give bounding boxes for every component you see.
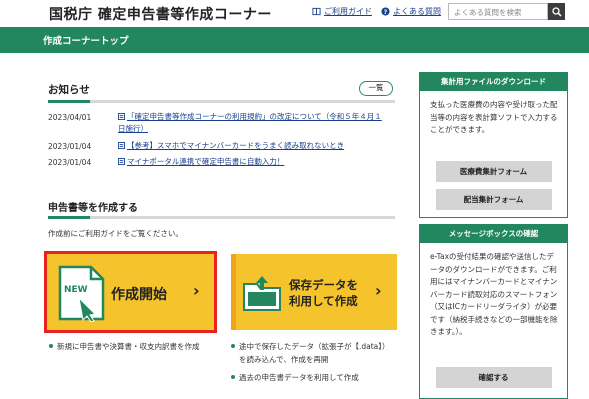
news-item-link[interactable]: 【参考】スマホでマイナンバーカードをうまく読み取れないとき bbox=[118, 140, 388, 152]
user-guide-link[interactable]: ご利用ガイド bbox=[312, 6, 372, 17]
faq-search-input[interactable]: よくある質問を検索 bbox=[448, 3, 548, 20]
svg-text:?: ? bbox=[384, 9, 388, 16]
faq-label: よくある質問 bbox=[393, 7, 441, 16]
messagebox-panel-title: メッセージボックスの確認 bbox=[420, 225, 567, 243]
news-divider bbox=[48, 100, 395, 103]
user-guide-label: ご利用ガイド bbox=[324, 7, 372, 16]
chevron-right-icon: › bbox=[193, 281, 200, 300]
saved-data-label-line1: 保存データを bbox=[289, 278, 358, 292]
news-item-link[interactable]: 「確定申告書等作成コーナーの利用規約」の改定について（令和５年４月１日施行） bbox=[118, 111, 388, 135]
news-date: 2023/01/04 bbox=[48, 142, 92, 151]
start-note: 新規に申告書や決算書・収支内訳書を作成 bbox=[49, 340, 200, 353]
page-title: 作成コーナートップ bbox=[43, 36, 129, 47]
download-panel: 集計用ファイルのダウンロード 支払った医療費の内容や受け取った配当等の内容を表計… bbox=[419, 72, 568, 218]
site-title[interactable]: 国税庁 確定申告書等作成コーナー bbox=[49, 4, 272, 24]
page-nav-bar: 作成コーナートップ bbox=[0, 27, 589, 53]
site-header: 国税庁 確定申告書等作成コーナー ご利用ガイド ? よくある質問 よくある質問を… bbox=[0, 0, 589, 26]
messagebox-panel: メッセージボックスの確認 e-Taxの受付結果の確認や送信したデータのダウンロー… bbox=[419, 224, 568, 399]
saved-note-cont: を読み込んで、作成を再開 bbox=[239, 355, 329, 364]
news-item-text: 【参考】スマホでマイナンバーカードをうまく読み取れないとき bbox=[127, 141, 345, 150]
dividend-form-button[interactable]: 配当集計フォーム bbox=[435, 189, 552, 210]
document-icon bbox=[118, 142, 125, 149]
create-heading: 申告書等を作成する bbox=[48, 203, 138, 214]
document-icon bbox=[118, 158, 125, 165]
news-date: 2023/01/04 bbox=[48, 158, 92, 167]
news-item-text: 「確定申告書等作成コーナーの利用規約」の改定について（令和５年４月１日施行） bbox=[118, 112, 382, 133]
news-heading: お知らせ bbox=[48, 84, 90, 96]
messagebox-panel-desc: e-Taxの受付結果の確認や送信したデータのダウンロードができます。ご利用にはマ… bbox=[430, 252, 558, 336]
saved-note: 途中で保存したデータ（拡張子が【.data】） bbox=[231, 340, 390, 353]
faq-link[interactable]: ? よくある質問 bbox=[381, 6, 441, 17]
search-icon bbox=[551, 6, 562, 17]
chevron-right-icon: › bbox=[375, 281, 382, 300]
card-accent bbox=[231, 254, 236, 330]
download-panel-desc: 支払った医療費の内容や受け取った配当等の内容を表計算ソフトで入力することができま… bbox=[430, 100, 558, 134]
download-panel-title: 集計用ファイルのダウンロード bbox=[420, 73, 567, 91]
news-date: 2023/04/01 bbox=[48, 113, 92, 122]
question-icon: ? bbox=[381, 7, 390, 16]
document-icon bbox=[118, 113, 125, 120]
news-item-link[interactable]: マイナポータル連携で確定申告書に自動入力！ bbox=[118, 156, 388, 168]
new-badge: NEW bbox=[64, 285, 88, 295]
create-divider bbox=[48, 216, 395, 219]
folder-upload-icon bbox=[243, 276, 281, 311]
news-item-text: マイナポータル連携で確定申告書に自動入力！ bbox=[127, 157, 285, 166]
resume-from-saved-data-button[interactable]: 保存データを 利用して作成 › bbox=[231, 254, 397, 330]
start-label: 作成開始 bbox=[111, 287, 167, 303]
saved-data-label-line2: 利用して作成 bbox=[289, 294, 358, 308]
search-button[interactable] bbox=[548, 3, 565, 20]
book-icon bbox=[312, 7, 321, 16]
news-list-button[interactable]: 一覧 bbox=[359, 81, 393, 96]
start-creation-button[interactable]: NEW 作成開始 › bbox=[44, 251, 217, 333]
saved-note: 過去の申告書データを利用して作成 bbox=[231, 371, 359, 384]
medical-expense-form-button[interactable]: 医療費集計フォーム bbox=[435, 161, 552, 182]
guide-note: 作成前にご利用ガイドをご覧ください。 bbox=[48, 229, 183, 238]
check-messagebox-button[interactable]: 確認する bbox=[435, 367, 552, 388]
